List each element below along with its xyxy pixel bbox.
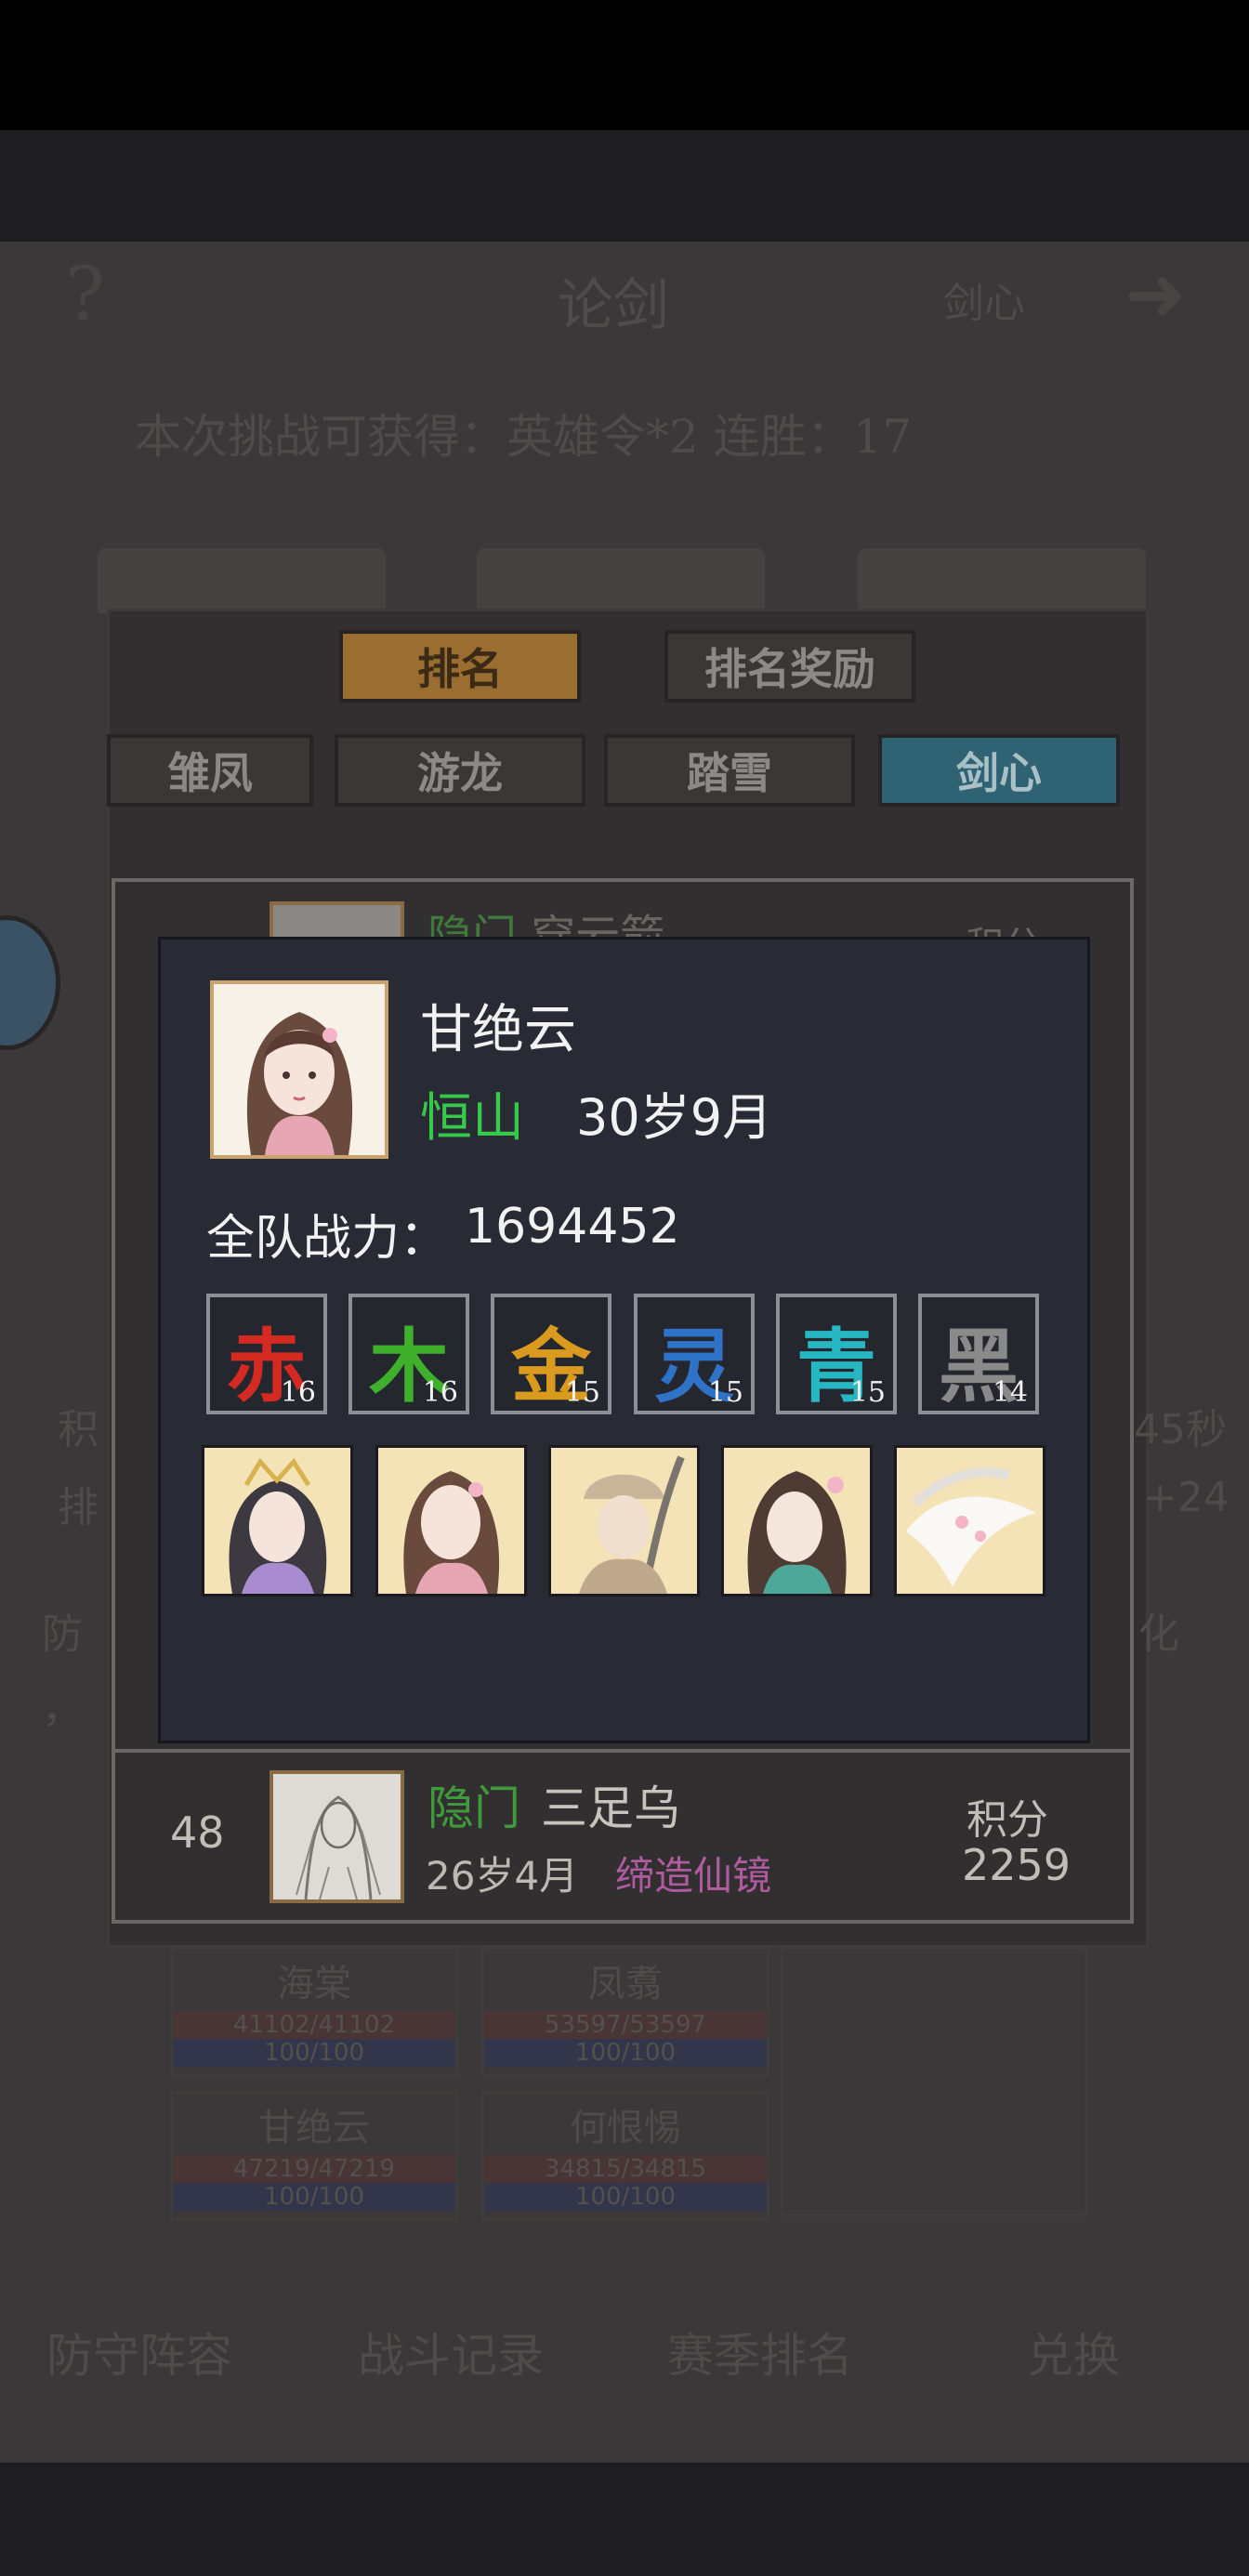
- hero-card-name: 凤翥: [588, 1963, 663, 2005]
- element-badge-chi: 赤 16: [206, 1294, 327, 1414]
- crowned-woman-icon: [204, 1448, 350, 1594]
- hero-card-mp: 100/100: [173, 2039, 455, 2067]
- sketch-portrait-icon: [273, 1774, 401, 1899]
- hero-card-name: 何恨惕: [570, 2107, 681, 2149]
- side-text: ，: [42, 1685, 83, 1732]
- help-icon[interactable]: ?: [65, 251, 105, 337]
- team-member-portrait[interactable]: [202, 1445, 353, 1597]
- team-power-label: 全队战力：: [206, 1211, 449, 1267]
- hero-card[interactable]: 何恨惕 34815/34815 100/100: [481, 2091, 769, 2221]
- nav-defense-lineup[interactable]: 防守阵容: [46, 2319, 232, 2385]
- status-bar: [0, 0, 1249, 130]
- element-badge-mu: 木 16: [348, 1294, 469, 1414]
- row-skill: 缔造仙镜: [615, 1853, 772, 1899]
- challenge-reward-text: 本次挑战可获得：英雄令*2 连胜：17: [135, 410, 913, 464]
- opponent-card[interactable]: [858, 548, 1146, 613]
- element-badge-hei: 黑 14: [918, 1294, 1039, 1414]
- white-crane-icon: [897, 1448, 1043, 1594]
- opponent-card[interactable]: [477, 548, 765, 613]
- avatar[interactable]: [270, 1770, 404, 1903]
- hero-card-name: 海棠: [277, 1963, 351, 2005]
- row-age: 26岁4月: [426, 1853, 579, 1899]
- team-power-value: 1694452: [465, 1199, 680, 1255]
- side-text: 防: [42, 1610, 83, 1658]
- element-level: 16: [280, 1376, 316, 1409]
- subtab-taxue[interactable]: 踏雪: [604, 734, 855, 807]
- popup-age: 30岁9月: [576, 1088, 773, 1147]
- element-level: 16: [422, 1376, 458, 1409]
- element-level: 15: [849, 1376, 886, 1409]
- fur-hat-swordsman-icon: [551, 1448, 697, 1594]
- rank-number: 48: [170, 1807, 225, 1858]
- element-badge-ling: 灵 15: [634, 1294, 755, 1414]
- side-text: 化: [1138, 1610, 1179, 1658]
- hero-card-mp: 100/100: [484, 2039, 767, 2067]
- opponent-cards-strip: [98, 548, 1148, 613]
- row-sect: 隐门: [427, 1781, 520, 1835]
- nav-exchange[interactable]: 兑换: [1027, 2319, 1120, 2385]
- woman-portrait-icon: [214, 984, 385, 1155]
- nav-battle-log[interactable]: 战斗记录: [358, 2319, 544, 2385]
- hero-card-empty-slot[interactable]: [781, 1947, 1087, 2216]
- hero-card-hp: 53597/53597: [484, 2011, 767, 2039]
- team-member-portrait[interactable]: [894, 1445, 1045, 1597]
- hero-card-mp: 100/100: [173, 2183, 455, 2211]
- side-text: 排: [58, 1484, 99, 1531]
- subtab-youlong[interactable]: 游龙: [335, 734, 585, 807]
- hero-card[interactable]: 甘绝云 47219/47219 100/100: [170, 2091, 458, 2221]
- avatar: [210, 980, 388, 1159]
- bottom-band: [0, 2463, 1249, 2576]
- subtab-chufeng[interactable]: 雏凤: [107, 734, 313, 807]
- element-level: 14: [992, 1376, 1028, 1409]
- hero-card-hp: 41102/41102: [173, 2011, 455, 2039]
- side-text: 45秒: [1134, 1406, 1227, 1453]
- score-label: 积分: [966, 1796, 1048, 1844]
- tab-jianxin-header[interactable]: 剑心: [943, 269, 1025, 329]
- page-title: 论剑: [558, 273, 669, 338]
- hero-card[interactable]: 凤翥 53597/53597 100/100: [481, 1947, 769, 2077]
- top-band: [0, 130, 1249, 242]
- team-member-portrait[interactable]: [548, 1445, 700, 1597]
- element-badge-jin: 金 15: [491, 1294, 611, 1414]
- hero-card-mp: 100/100: [484, 2183, 767, 2211]
- hero-card-hp: 47219/47219: [173, 2155, 455, 2183]
- hero-card[interactable]: 海棠 41102/41102 100/100: [170, 1947, 458, 2077]
- element-level: 15: [564, 1376, 600, 1409]
- hero-card-name: 甘绝云: [258, 2107, 370, 2149]
- subtab-jianxin[interactable]: 剑心: [878, 734, 1120, 807]
- element-badge-qing: 青 15: [776, 1294, 897, 1414]
- avatar[interactable]: [270, 901, 404, 939]
- nav-season-ranking[interactable]: 赛季排名: [667, 2319, 853, 2385]
- popup-sect: 恒山: [420, 1088, 524, 1149]
- exit-arrow-icon[interactable]: ➜: [1124, 251, 1187, 337]
- tab-ranking-reward[interactable]: 排名奖励: [664, 630, 915, 703]
- row-player-name: 三足乌: [541, 1781, 680, 1835]
- flower-bun-woman-icon: [724, 1448, 870, 1594]
- hero-card-hp: 34815/34815: [484, 2155, 767, 2183]
- opponent-card[interactable]: [98, 548, 386, 613]
- team-member-portrait[interactable]: [375, 1445, 527, 1597]
- team-member-portrait[interactable]: [721, 1445, 873, 1597]
- tab-ranking[interactable]: 排名: [339, 630, 581, 703]
- side-text: +24: [1143, 1474, 1229, 1521]
- element-level: 15: [707, 1376, 743, 1409]
- score-value: 2259: [962, 1840, 1072, 1890]
- side-text: 积: [58, 1406, 99, 1453]
- popup-player-name: 甘绝云: [420, 1000, 576, 1060]
- flower-hair-woman-icon: [378, 1448, 524, 1594]
